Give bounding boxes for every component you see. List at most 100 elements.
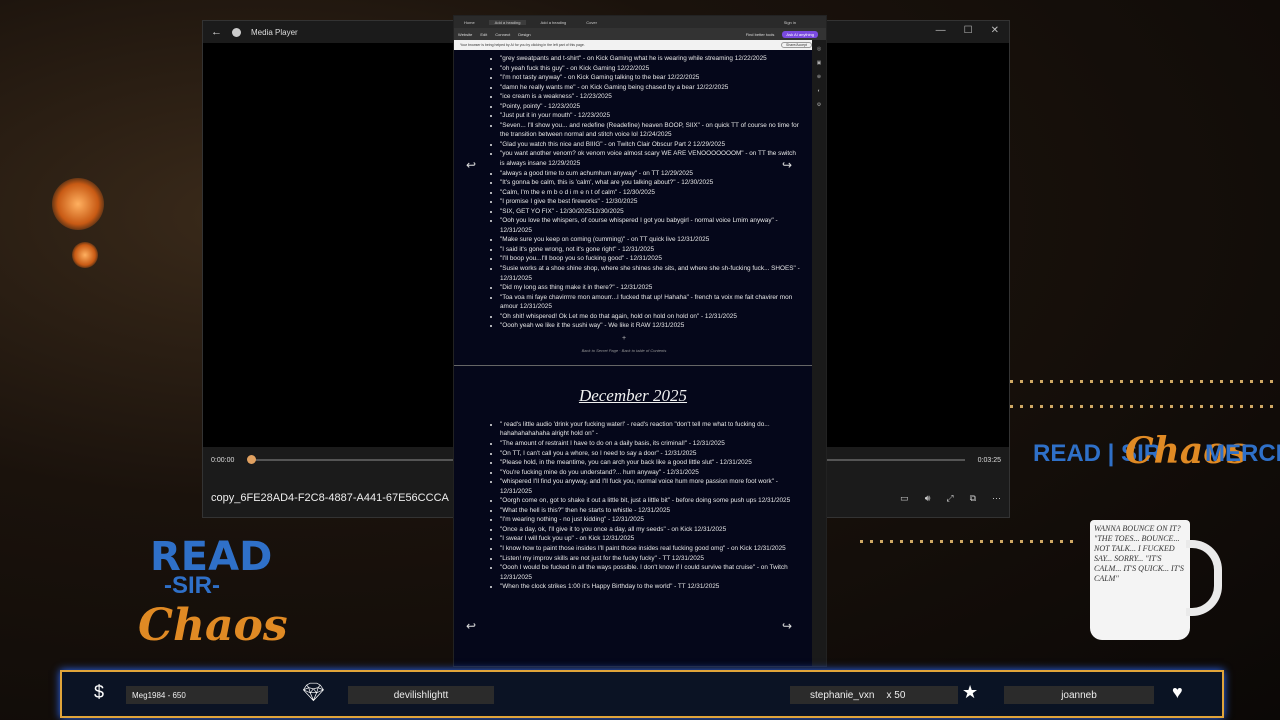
prev-arrow-icon[interactable]: ↩ — [466, 619, 476, 633]
toolbar-find-tools[interactable]: Find better tools — [746, 32, 775, 37]
sign-in-button[interactable]: Sign in — [784, 20, 796, 25]
quote-item: "Glad you watch this nice and BIIIG" - o… — [500, 140, 800, 150]
quote-item: "You're fucking mine do you understand?.… — [500, 468, 800, 478]
quote-list-bottom: " read's little audio 'drink your fuckin… — [454, 420, 800, 592]
quote-item: "Toa voa mi faye chavirrrre mon amourr..… — [500, 293, 800, 312]
toolbar-edit[interactable]: Edit — [480, 32, 487, 37]
quote-item: "I swear I will fuck you up" - on Kick 1… — [500, 534, 800, 544]
quote-item: "Listen! my improv skills are not just f… — [500, 554, 800, 564]
site-toolbar: Website Edit Connect Design Find better … — [454, 28, 826, 40]
toolbar-design[interactable]: Design — [518, 32, 530, 37]
info-banner-text: Your browser is being helped by AI for y… — [460, 43, 585, 47]
toolbar-website[interactable]: Website — [458, 32, 472, 37]
sidebar-icon[interactable]: ◎ — [817, 46, 821, 52]
maximize-icon[interactable]: ☐ — [964, 25, 973, 36]
quote-item: "always a good time to cum achumhum anyw… — [500, 169, 800, 179]
quote-item: "whispered I'll find you anyway, and I'l… — [500, 477, 800, 496]
mug-print-text: WANNA BOUNCE ON IT? "THE TOES... BOUNCE.… — [1094, 524, 1184, 583]
lantern-left-top — [52, 178, 104, 230]
prev-arrow-icon[interactable]: ↩ — [466, 158, 476, 172]
quote-item: "Susie works at a shoe shine shop, where… — [500, 264, 800, 283]
merch-banner: READ | SIR Chaos MERCH — [1033, 430, 1280, 490]
string-lights — [1010, 380, 1280, 383]
window-controls: — ☐ ✕ — [936, 25, 999, 36]
quote-item: "Calm, I'm the e m b o d i m e n t of ca… — [500, 188, 800, 198]
page-content[interactable]: "grey sweatpants and t-shirt" - on Kick … — [454, 54, 812, 666]
next-arrow-icon[interactable]: ↪ — [782, 158, 792, 172]
ask-ai-button[interactable]: Ask AI anything — [782, 30, 818, 38]
share-button[interactable]: Share/Accept — [780, 42, 812, 48]
volume-icon[interactable]: 🔊︎ — [925, 493, 931, 504]
stream-alert-bar: $ Meg1984 - 650 💎︎ devilishlightt stepha… — [60, 670, 1224, 718]
quote-item: "I'm wearing nothing - no just kidding" … — [500, 515, 800, 525]
string-lights — [860, 540, 1080, 543]
info-banner: Your browser is being helped by AI for y… — [454, 40, 826, 50]
quote-item: "It's gonna be calm, this is 'calm', wha… — [500, 178, 800, 188]
minimize-icon[interactable]: — — [936, 25, 946, 36]
next-arrow-icon[interactable]: ↪ — [782, 619, 792, 633]
quote-item: "I'll boop you...I'll boop you so fuckin… — [500, 254, 800, 264]
diamond-icon: 💎︎ — [302, 682, 325, 702]
quote-item: "I promise I give the best fireworks" - … — [500, 197, 800, 207]
logo-chaos-text: Chaos — [138, 600, 288, 651]
quote-item: "Oooh yeah we like it the sushi way" - W… — [500, 321, 800, 331]
total-time: 0:03:25 — [977, 457, 1001, 464]
latest-sub: devilishlightt — [348, 686, 494, 704]
quote-item: "Make sure you keep on coming (cumming)"… — [500, 235, 800, 245]
close-icon[interactable]: ✕ — [991, 25, 999, 36]
merch-label: MERCH — [1205, 440, 1280, 467]
quote-list-top: "grey sweatpants and t-shirt" - on Kick … — [454, 54, 800, 331]
quote-item: "The amount of restraint I have to do on… — [500, 439, 800, 449]
quote-item: "oh yeah fuck this guy" - on Kick Gaming… — [500, 64, 800, 74]
current-time: 0:00:00 — [211, 457, 235, 464]
latest-follower: joanneb — [1004, 686, 1154, 704]
quote-item: "Oooh I would be fucked in all the ways … — [500, 563, 800, 582]
tab-strip: Home Add a heading Add a heading Cover S… — [454, 16, 826, 28]
quote-item: "Pointy, pointy" - 12/23/2025 — [500, 102, 800, 112]
browser-sidebar: ◎ ▣ ⊕ ◐ ⚙ — [812, 40, 826, 666]
tab-home[interactable]: Home — [458, 20, 481, 25]
media-player-title: Media Player — [251, 27, 298, 37]
browser-window: Home Add a heading Add a heading Cover S… — [453, 15, 827, 667]
fullscreen-icon[interactable]: ⤢ — [946, 493, 953, 504]
sidebar-icon[interactable]: ⊕ — [817, 74, 821, 80]
quote-item: "grey sweatpants and t-shirt" - on Kick … — [500, 54, 800, 64]
quote-item: "SIX, GET YO FIX" - 12/30/202512/30/2025 — [500, 207, 800, 217]
quote-item: "When the clock strikes 1:00 it's Happy … — [500, 582, 800, 592]
quote-item: "I'm not tasty anyway" - on Kick Gaming … — [500, 73, 800, 83]
star-icon: ★ — [962, 682, 979, 702]
quote-item: "I know how to paint those insides I'll … — [500, 544, 800, 554]
lantern-left-bottom — [72, 242, 98, 268]
player-controls: ▭ 🔊︎ ⤢ ⧉ ⋯ — [900, 493, 1001, 504]
string-lights — [1010, 405, 1280, 408]
sidebar-icon[interactable]: ◐ — [817, 88, 820, 94]
more-options-icon[interactable]: ⋯ — [992, 493, 1001, 504]
tab-heading-active[interactable]: Add a heading — [488, 19, 527, 25]
toolbar-connect[interactable]: Connect — [495, 32, 510, 37]
quote-item: "Seven... I'll show you... and redefine … — [500, 121, 800, 140]
quote-item: "Once a day, ok, I'll give it to you onc… — [500, 525, 800, 535]
tab-cover[interactable]: Cover — [580, 20, 603, 25]
gift-user: stephanie_vxn — [810, 689, 875, 701]
quote-item: "Please hold, in the meantime, you can a… — [500, 458, 800, 468]
dollar-icon: $ — [94, 682, 105, 702]
seek-thumb[interactable] — [247, 455, 256, 464]
quote-item: "Ooh you love the whispers, of course wh… — [500, 216, 800, 235]
quote-item: "Just put it in your mouth" - 12/23/2025 — [500, 111, 800, 121]
heart-icon: ♥ — [1172, 682, 1183, 702]
media-player-app-icon — [232, 27, 241, 37]
tab-heading[interactable]: Add a heading — [534, 20, 572, 25]
quote-item: " read's little audio 'drink your fuckin… — [500, 420, 800, 439]
sidebar-icon[interactable]: ⚙ — [817, 102, 821, 108]
quote-item: "ice cream is a weakness" - 12/23/2025 — [500, 92, 800, 102]
back-arrow-icon[interactable]: ← — [211, 26, 222, 38]
quote-item: "Oorgh come on, got to shake it out a li… — [500, 496, 800, 506]
page-nav-links[interactable]: Back to Secret Page · Back to table of C… — [454, 348, 794, 353]
month-heading: December 2025 — [578, 385, 688, 405]
miniplayer-icon[interactable]: ▭ — [900, 493, 909, 504]
pop-out-icon[interactable]: ⧉ — [970, 493, 976, 504]
sidebar-icon[interactable]: ▣ — [817, 60, 822, 66]
latest-gift: stephanie_vxn x 50 — [790, 686, 958, 704]
add-block-icon[interactable]: + — [454, 335, 794, 342]
quote-item: "Oh shit! whispered! Ok Let me do that a… — [500, 312, 800, 322]
